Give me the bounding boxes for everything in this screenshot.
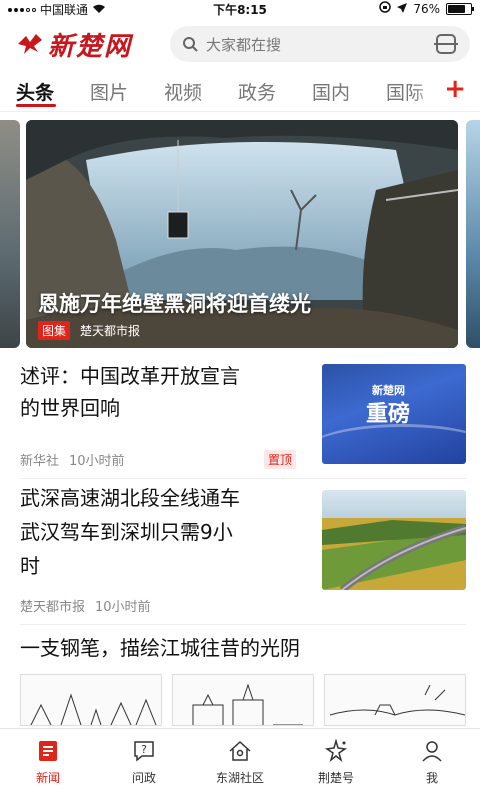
- article-title-line: 述评：中国改革开放宣言: [20, 364, 240, 388]
- article-meta: 新华社 10小时前: [20, 450, 125, 469]
- divider: [20, 624, 466, 625]
- nav-me[interactable]: 我: [392, 739, 472, 786]
- status-bar: 中国联通 下午8:15 76%: [0, 0, 480, 18]
- status-right: 76%: [379, 1, 474, 16]
- search-bar[interactable]: 大家都在搜: [170, 26, 470, 62]
- tab-video[interactable]: 视频: [164, 78, 202, 105]
- add-channel-button[interactable]: +: [444, 74, 466, 104]
- highway-image: [322, 490, 466, 590]
- svg-text:?: ?: [141, 743, 147, 756]
- article-meta: 楚天都市报 10小时前: [20, 596, 151, 615]
- hero-title[interactable]: 恩施万年绝壁黑洞将迎首缕光: [38, 288, 311, 318]
- carousel-next-slide[interactable]: [466, 120, 480, 348]
- active-tab-indicator: [16, 104, 56, 107]
- nav-label: 问政: [131, 771, 156, 785]
- thumb-wave: [322, 424, 466, 464]
- hero-slide[interactable]: 恩施万年绝壁黑洞将迎首缕光 图集 楚天都市报: [26, 120, 458, 348]
- search-placeholder: 大家都在搜: [206, 35, 282, 54]
- app-logo[interactable]: 新楚网: [16, 26, 132, 62]
- tab-domestic[interactable]: 国内: [312, 78, 350, 105]
- home-icon: [228, 739, 252, 763]
- tab-government[interactable]: 政务: [238, 78, 276, 105]
- article-title-line: 武汉驾车到深圳只需9小: [20, 520, 233, 544]
- logo-mark-icon: [18, 34, 42, 54]
- battery-percent: 76%: [413, 1, 440, 16]
- battery-icon: [446, 2, 474, 15]
- article-title: 一支钢笔，描绘江城往昔的光阴: [20, 636, 300, 660]
- nav-label: 荆楚号: [317, 771, 354, 785]
- rotation-lock-icon: [379, 1, 392, 16]
- nav-community[interactable]: 东湖社区: [200, 739, 280, 786]
- article-thumbnail: [322, 490, 466, 590]
- search-icon: [183, 37, 198, 52]
- tab-headlines[interactable]: 头条: [16, 78, 54, 105]
- article-time: 10小时前: [69, 454, 125, 469]
- news-icon: [36, 739, 60, 763]
- divider: [20, 478, 466, 479]
- location-icon: [397, 2, 408, 16]
- nav-label: 新闻: [35, 771, 60, 785]
- pinned-badge: 置顶: [264, 450, 297, 469]
- nav-inquiry[interactable]: ? 问政: [104, 739, 184, 786]
- tab-pictures[interactable]: 图片: [90, 78, 128, 105]
- article-source: 楚天都市报: [20, 600, 86, 615]
- sketch-image: [20, 674, 162, 726]
- sketch-image: [324, 674, 466, 726]
- hero-carousel[interactable]: 恩施万年绝壁黑洞将迎首缕光 图集 楚天都市报: [0, 120, 480, 348]
- article-source: 新华社: [20, 454, 60, 469]
- logo-text: 新楚网: [48, 31, 133, 62]
- question-icon: ?: [132, 739, 156, 763]
- thumb-text: 重磅: [366, 402, 411, 427]
- carousel-prev-slide[interactable]: [0, 120, 20, 348]
- gallery-badge: 图集: [38, 321, 71, 340]
- nav-jingchu[interactable]: 荆楚号: [296, 738, 376, 786]
- article-title-line: 武深高速湖北段全线通车: [20, 486, 240, 510]
- nav-news[interactable]: 新闻: [8, 739, 88, 786]
- article-image-strip: [20, 674, 466, 726]
- bottom-navigation: 新闻 ? 问政 东湖社区 荆楚号 我: [0, 728, 480, 800]
- user-icon: [420, 739, 444, 763]
- nav-label: 我: [425, 771, 438, 785]
- sketch-image: [172, 674, 314, 726]
- article-time: 10小时前: [95, 600, 151, 615]
- tab-fade: [412, 72, 442, 110]
- nav-label: 东湖社区: [215, 771, 264, 785]
- article-title-line: 时: [20, 554, 40, 578]
- channel-tabs: 头条 图片 视频 政务 国内 国际 +: [0, 72, 480, 112]
- hero-source: 楚天都市报: [80, 324, 141, 338]
- article-thumbnail: 新楚网 重磅: [322, 364, 466, 464]
- scan-icon[interactable]: [434, 34, 458, 54]
- hero-meta: 图集 楚天都市报: [38, 321, 140, 340]
- sparkle-icon: [324, 738, 348, 763]
- app-header: 新楚网 大家都在搜: [0, 22, 480, 66]
- article-title-line: 的世界回响: [20, 396, 120, 420]
